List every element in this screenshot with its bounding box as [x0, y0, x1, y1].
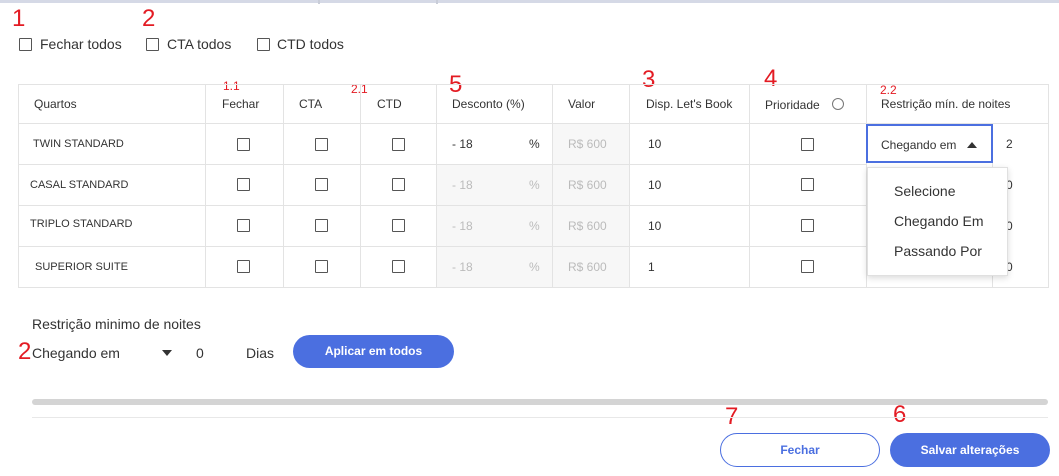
availability-input[interactable]: 10 — [648, 137, 661, 151]
availability-input[interactable]: 10 — [648, 219, 661, 233]
annotation-1-1: 1.1 — [223, 79, 240, 93]
nights-input[interactable]: 2 — [1006, 137, 1013, 151]
table-col-divider — [283, 84, 284, 288]
price-value: R$ 600 — [568, 260, 607, 274]
table-row-divider — [18, 246, 867, 247]
fechar-checkbox[interactable] — [237, 178, 250, 191]
option-selecione[interactable]: Selecione — [894, 183, 956, 199]
room-name: TWIN STANDARD — [33, 138, 124, 150]
top-divider-mark — [436, 0, 438, 4]
apply-all-button[interactable]: Aplicar em todos — [293, 335, 454, 368]
restriction-section-title: Restrição minimo de noites — [32, 316, 201, 332]
restriction-dropdown-menu: Selecione Chegando Em Passando Por — [867, 167, 1008, 276]
option-passando-por[interactable]: Passando Por — [894, 243, 982, 259]
header-disp: Disp. Let's Book — [646, 97, 733, 111]
room-name: SUPERIOR SUITE — [35, 261, 128, 273]
annotation-1: 1 — [12, 5, 26, 32]
price-value: R$ 600 — [568, 178, 607, 192]
room-name: TRIPLO STANDARD — [30, 218, 133, 230]
annotation-2-bottom: 2 — [18, 338, 32, 365]
cta-checkbox[interactable] — [315, 260, 328, 273]
restriction-select[interactable]: Chegando em — [866, 124, 993, 163]
table-row-divider — [18, 205, 867, 206]
table-row-divider — [18, 164, 867, 165]
ctd-todos-label: CTD todos — [277, 36, 344, 52]
fechar-checkbox[interactable] — [237, 219, 250, 232]
top-divider-mark — [318, 0, 320, 4]
fechar-todos-label: Fechar todos — [40, 36, 122, 52]
fechar-checkbox[interactable] — [237, 138, 250, 151]
priority-checkbox[interactable] — [801, 260, 814, 273]
restriction-select-value: Chegando em — [881, 138, 957, 152]
ctd-checkbox[interactable] — [392, 260, 405, 273]
cta-checkbox[interactable] — [315, 219, 328, 232]
price-value: R$ 600 — [568, 219, 607, 233]
ctd-checkbox[interactable] — [392, 219, 405, 232]
cta-todos-checkbox[interactable] — [146, 38, 159, 51]
table-border-top — [18, 84, 1048, 85]
header-restricao: Restrição mín. de noites — [881, 97, 1011, 111]
ctd-checkbox[interactable] — [392, 138, 405, 151]
table-col-divider — [629, 84, 630, 288]
fechar-todos-checkbox[interactable] — [19, 38, 32, 51]
availability-input[interactable]: 10 — [648, 178, 661, 192]
cta-checkbox[interactable] — [315, 138, 328, 151]
caret-up-icon — [967, 142, 977, 148]
header-valor: Valor — [568, 97, 596, 111]
table-col-divider — [749, 84, 750, 288]
bulk-days-input[interactable]: 0 — [196, 345, 204, 361]
ctd-checkbox[interactable] — [392, 178, 405, 191]
priority-checkbox[interactable] — [801, 219, 814, 232]
footer-divider — [32, 417, 1048, 418]
cta-checkbox[interactable] — [315, 178, 328, 191]
header-prioridade: Prioridade — [765, 98, 820, 112]
horizontal-scrollbar[interactable] — [32, 399, 1048, 405]
price-value: R$ 600 — [568, 137, 607, 151]
discount-input[interactable]: - 18 — [452, 137, 473, 151]
discount-input[interactable]: - 18 — [452, 219, 473, 233]
info-icon[interactable] — [832, 98, 844, 110]
annotation-2: 2 — [142, 5, 156, 32]
caret-down-icon — [162, 350, 172, 356]
table-col-divider — [1048, 84, 1049, 288]
days-label: Dias — [246, 345, 275, 361]
header-cta: CTA — [299, 97, 323, 111]
room-name: CASAL STANDARD — [30, 179, 129, 191]
percent-sign: % — [529, 260, 540, 274]
annotation-6: 6 — [893, 401, 907, 428]
annotation-4: 4 — [764, 65, 778, 92]
header-quartos: Quartos — [34, 97, 77, 111]
table-col-divider — [552, 84, 553, 288]
save-button[interactable]: Salvar alterações — [890, 433, 1050, 467]
annotation-3: 3 — [642, 66, 656, 93]
close-button[interactable]: Fechar — [720, 433, 880, 467]
availability-input[interactable]: 1 — [648, 260, 655, 274]
cta-todos-label: CTA todos — [167, 36, 232, 52]
table-col-divider — [360, 84, 361, 288]
annotation-2-2: 2.2 — [880, 83, 897, 97]
annotation-5: 5 — [449, 71, 463, 98]
discount-input[interactable]: - 18 — [452, 260, 473, 274]
table-col-divider — [205, 84, 206, 288]
discount-input[interactable]: - 18 — [452, 178, 473, 192]
priority-checkbox[interactable] — [801, 138, 814, 151]
option-chegando-em[interactable]: Chegando Em — [894, 213, 984, 229]
ctd-todos-checkbox[interactable] — [257, 38, 270, 51]
table-col-divider — [436, 84, 437, 288]
table-border-bottom — [18, 287, 1048, 288]
table-col-divider — [18, 84, 19, 288]
priority-checkbox[interactable] — [801, 178, 814, 191]
header-desconto: Desconto (%) — [452, 97, 525, 111]
percent-sign: % — [529, 219, 540, 233]
percent-sign: % — [529, 137, 540, 151]
bulk-restriction-select-value: Chegando em — [32, 345, 120, 361]
fechar-checkbox[interactable] — [237, 260, 250, 273]
percent-sign: % — [529, 178, 540, 192]
header-fechar: Fechar — [222, 97, 260, 111]
header-ctd: CTD — [377, 97, 402, 111]
top-border — [0, 0, 1059, 3]
